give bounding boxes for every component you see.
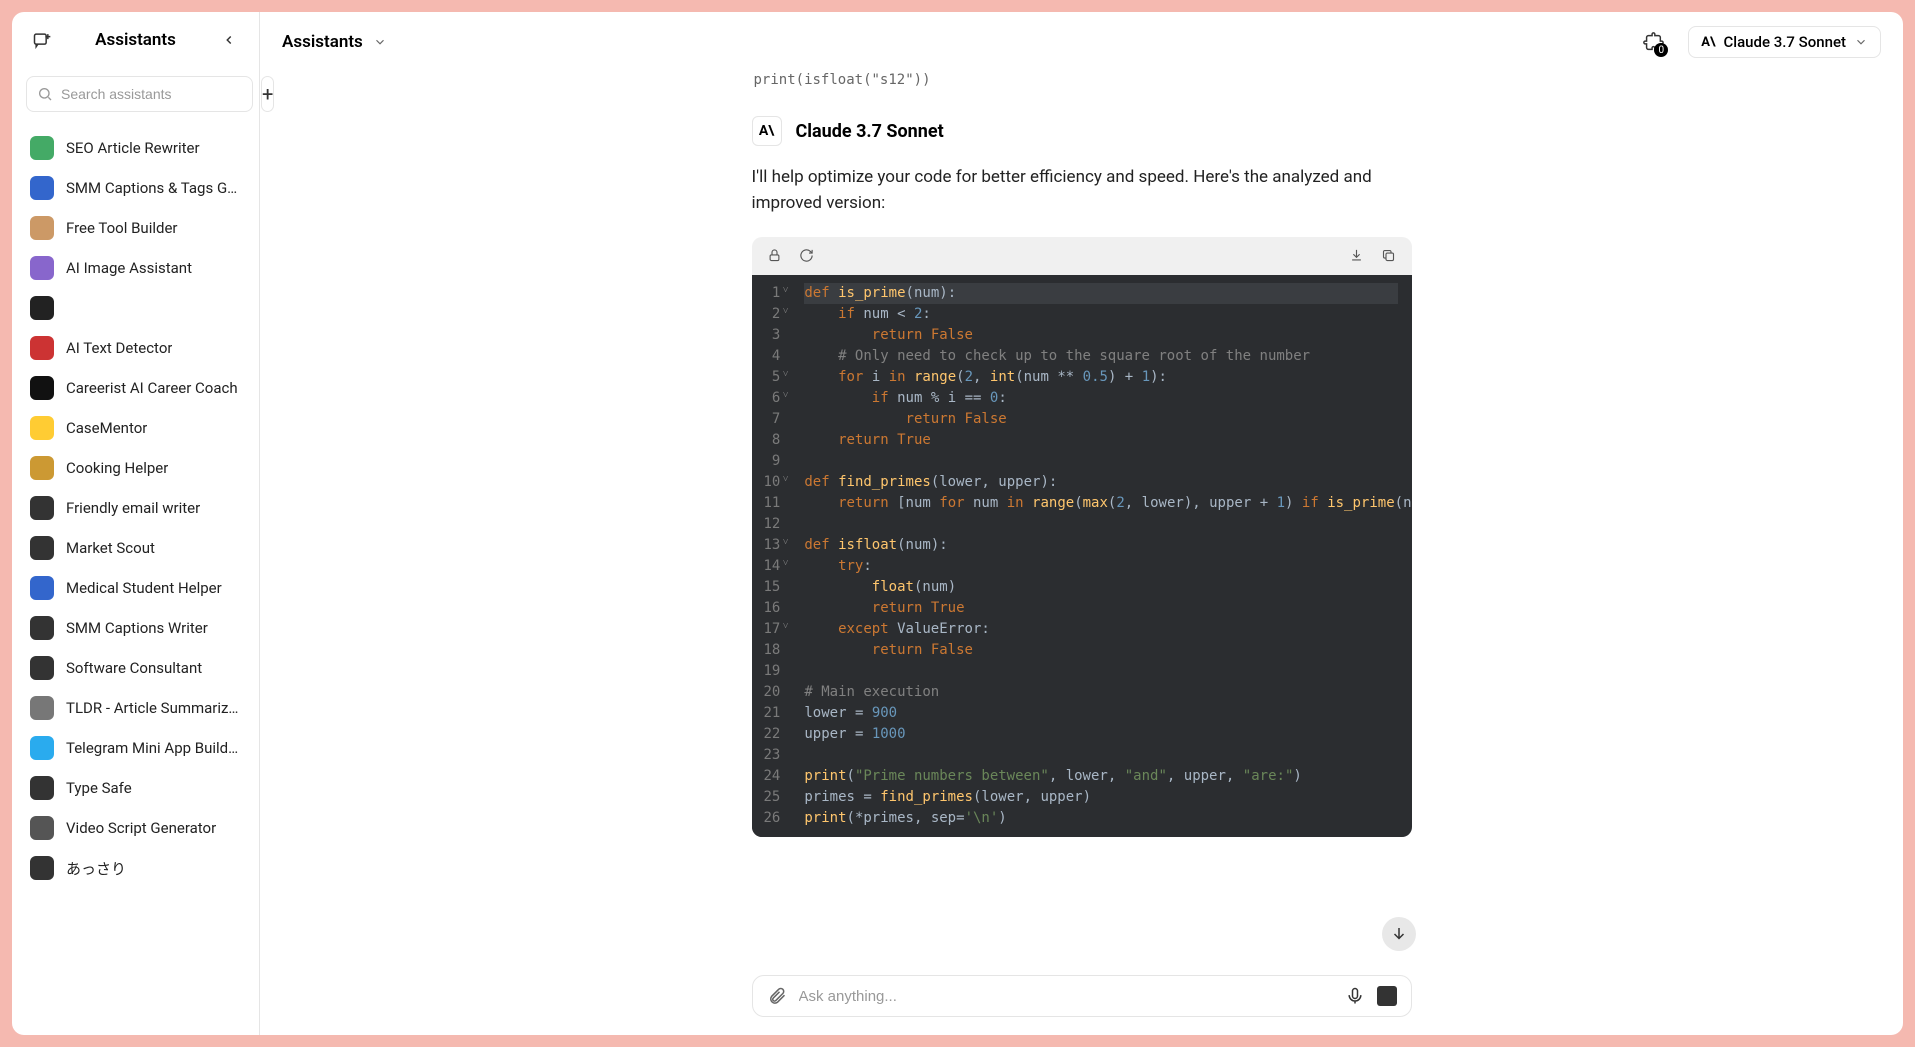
extensions-count: 0 [1654,43,1668,57]
sidebar-item[interactable]: Medical Student Helper [20,568,251,608]
assistant-label: Type Safe [66,779,132,797]
code-body: 1234567891011121314151617181920212223242… [752,275,1412,837]
sidebar-item[interactable]: SEO Article Rewriter [20,128,251,168]
assistant-label: Free Tool Builder [66,219,178,237]
assistant-label: SMM Captions Writer [66,619,208,637]
new-chat-icon[interactable] [28,26,56,54]
code-toolbar [752,237,1412,275]
assistant-label: あっさり [66,858,126,879]
sidebar-item[interactable]: Careerist AI Career Coach [20,368,251,408]
assistant-icon [30,416,54,440]
previous-code-tail: print(isfloat("s12")) [752,72,1412,88]
model-name: Claude 3.7 Sonnet [1723,33,1846,51]
assistant-label: Careerist AI Career Coach [66,379,238,397]
assistant-label: CaseMentor [66,419,147,437]
assistant-icon [30,496,54,520]
assistant-icon [30,536,54,560]
title-dropdown-icon[interactable] [373,35,387,49]
assistant-icon [30,176,54,200]
mic-icon[interactable] [1345,986,1365,1006]
sidebar-item[interactable]: SMM Captions & Tags Gen... [20,168,251,208]
chevron-down-icon [1854,35,1868,49]
assistant-label: AI Text Detector [66,339,172,357]
copy-icon[interactable] [1380,247,1398,265]
sidebar-item[interactable]: AI Text Detector [20,328,251,368]
assistant-label: Medical Student Helper [66,579,222,597]
stop-button[interactable] [1377,986,1397,1006]
assistant-icon [30,776,54,800]
assistant-icon [30,576,54,600]
sidebar-item[interactable]: Video Script Generator [20,808,251,848]
search-input[interactable] [61,86,242,102]
message-header: A\ Claude 3.7 Sonnet [752,116,1412,146]
main-header: Assistants 0 A\ Claude 3.7 Sonnet [260,12,1903,72]
sidebar-item[interactable] [20,288,251,328]
assistant-icon [30,376,54,400]
assistant-label: AI Image Assistant [66,259,192,277]
sidebar-item[interactable]: CaseMentor [20,408,251,448]
sidebar-item[interactable]: SMM Captions Writer [20,608,251,648]
assistant-list: SEO Article Rewriter SMM Captions & Tags … [12,124,259,1035]
main-title: Assistants [282,32,363,52]
assistant-avatar: A\ [752,116,782,146]
anthropic-logo-icon: A\ [1701,35,1715,50]
sidebar-item[interactable]: Market Scout [20,528,251,568]
assistant-label: Cooking Helper [66,459,168,477]
code-content[interactable]: def is_prime(num): if num < 2: return Fa… [788,275,1411,837]
input-bar [260,963,1903,1035]
extensions-button[interactable]: 0 [1640,29,1666,55]
sidebar-title: Assistants [68,30,203,50]
assistant-label: Market Scout [66,539,155,557]
main: Assistants 0 A\ Claude 3.7 Sonnet print(… [260,12,1903,1035]
assistant-icon [30,456,54,480]
message-input[interactable] [799,988,1333,1005]
assistant-icon [30,696,54,720]
sidebar-item[interactable]: Friendly email writer [20,488,251,528]
assistant-label: Friendly email writer [66,499,200,517]
assistant-label: Telegram Mini App Builder [66,739,241,757]
assistant-label: Software Consultant [66,659,202,677]
assistant-icon [30,856,54,880]
scroll-down-button[interactable] [1382,917,1416,951]
lock-icon[interactable] [766,247,784,265]
search-row: + [12,68,259,124]
assistant-label: Video Script Generator [66,819,216,837]
refresh-icon[interactable] [798,247,816,265]
search-icon [37,86,53,102]
assistant-label: TLDR - Article Summarizer [66,699,241,717]
sidebar-header: Assistants [12,12,259,68]
assistant-icon [30,216,54,240]
download-icon[interactable] [1348,247,1366,265]
assistant-icon [30,736,54,760]
sidebar-item[interactable]: Software Consultant [20,648,251,688]
sidebar-item[interactable]: Telegram Mini App Builder [20,728,251,768]
attach-icon[interactable] [767,986,787,1006]
assistant-label: SMM Captions & Tags Gen... [66,179,241,197]
assistant-icon [30,256,54,280]
search-box[interactable] [26,76,253,112]
model-selector[interactable]: A\ Claude 3.7 Sonnet [1688,26,1881,58]
assistant-icon [30,816,54,840]
assistant-icon [30,616,54,640]
sidebar-item[interactable]: Free Tool Builder [20,208,251,248]
assistant-icon [30,336,54,360]
message-input-container [752,975,1412,1017]
sidebar-item[interactable]: AI Image Assistant [20,248,251,288]
sidebar-item[interactable]: Type Safe [20,768,251,808]
sidebar-item[interactable]: Cooking Helper [20,448,251,488]
code-block: 1234567891011121314151617181920212223242… [752,237,1412,837]
assistant-icon [30,296,54,320]
sidebar: Assistants + SEO Article Rewriter SMM Cap… [12,12,260,1035]
assistant-icon [30,656,54,680]
sidebar-item[interactable]: あっさり [20,848,251,888]
conversation-scroll[interactable]: print(isfloat("s12")) A\ Claude 3.7 Sonn… [260,72,1903,963]
line-gutter: 1234567891011121314151617181920212223242… [752,275,789,837]
assistant-label: SEO Article Rewriter [66,139,200,157]
assistant-message-text: I'll help optimize your code for better … [752,164,1412,217]
assistant-icon [30,136,54,160]
sidebar-item[interactable]: TLDR - Article Summarizer [20,688,251,728]
collapse-sidebar-icon[interactable] [215,26,243,54]
assistant-name: Claude 3.7 Sonnet [796,121,944,142]
